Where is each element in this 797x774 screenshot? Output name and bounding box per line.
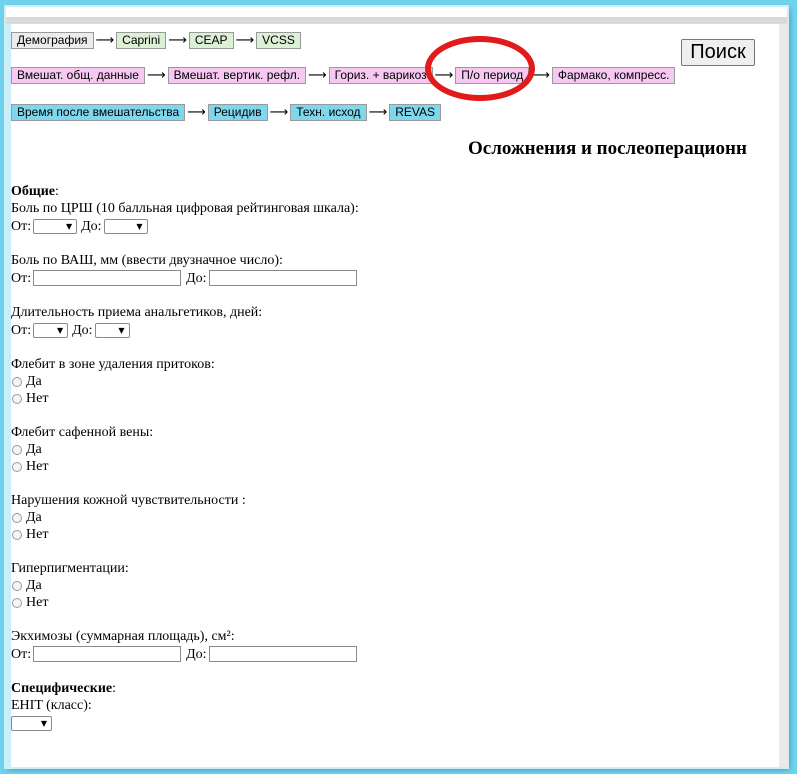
tab-recurrence[interactable]: Рецидив — [207, 104, 268, 121]
arrow-icon: ⟶ — [235, 33, 255, 48]
tab-intervention-general[interactable]: Вмешат. общ. данные — [11, 67, 145, 84]
pain-vas-label: Боль по ВАШ, мм (ввести двузначное число… — [11, 253, 283, 268]
colon: : — [55, 184, 59, 199]
caret-down-icon: ▼ — [136, 221, 143, 231]
right-scroll-track — [779, 24, 787, 767]
radio-icon[interactable] — [12, 393, 22, 404]
skin-sensitivity-yes[interactable]: Да — [11, 509, 771, 526]
arrow-icon: ⟶ — [95, 33, 115, 48]
tab-vcss[interactable]: VCSS — [256, 32, 301, 49]
tab-intervention-vertical-reflux[interactable]: Вмешат. вертик. рефл. — [167, 67, 307, 84]
phlebitis-tributaries-label: Флебит в зоне удаления притоков: — [11, 357, 215, 372]
phlebitis-saphenous-label: Флебит сафенной вены: — [11, 425, 154, 440]
ehit-label: EHIT (класс): — [11, 698, 92, 713]
pain-nrs-range: От: ▼ До: ▼ — [11, 217, 771, 235]
no-label: Нет — [26, 527, 49, 542]
hyperpigmentation-no[interactable]: Нет — [11, 594, 771, 611]
tab-caprini[interactable]: Caprini — [116, 32, 167, 49]
pain-nrs-to-select[interactable]: ▼ — [103, 218, 148, 234]
ehit-class-select[interactable]: ▼ — [11, 715, 52, 731]
to-label: До: — [72, 322, 93, 338]
tab-ceap[interactable]: CEAP — [188, 32, 234, 49]
radio-icon[interactable] — [12, 597, 22, 608]
section-specific-label: Специфические — [11, 681, 113, 696]
phlebitis-saphenous-no[interactable]: Нет — [11, 458, 771, 475]
pain-vas-to-input[interactable] — [208, 270, 357, 286]
yes-label: Да — [26, 578, 42, 593]
section-specific: Специфические: — [11, 680, 771, 697]
pain-vas-from-input[interactable] — [33, 270, 182, 286]
no-label: Нет — [26, 595, 49, 610]
arrow-icon: ⟶ — [187, 105, 206, 120]
tab-postop-period[interactable]: П/о период — [455, 67, 530, 84]
from-label: От: — [11, 218, 32, 234]
tab-time-after-intervention[interactable]: Время после вмешательства — [11, 104, 186, 121]
top-scrollbar-track — [6, 17, 787, 24]
radio-icon[interactable] — [12, 580, 22, 591]
radio-icon[interactable] — [12, 529, 22, 540]
arrow-icon: ⟶ — [531, 68, 550, 83]
tab-revas[interactable]: REVAS — [389, 104, 441, 121]
section-general-label: Общие — [11, 184, 55, 199]
arrow-icon: ⟶ — [434, 68, 454, 83]
section-general: Общие: — [11, 183, 771, 200]
search-button[interactable]: Поиск — [681, 39, 755, 66]
hyperpigmentation-label: Гиперпигментации: — [11, 561, 129, 576]
pain-nrs-label: Боль по ЦРШ (10 балльная цифровая рейтин… — [11, 201, 359, 216]
tab-technical-outcome[interactable]: Техн. исход — [290, 104, 367, 121]
phlebitis-saphenous-yes[interactable]: Да — [11, 441, 771, 458]
analgesics-to-select[interactable]: ▼ — [94, 322, 130, 338]
ecchymosis-label: Экхимозы (суммарная площадь), см²: — [11, 629, 235, 644]
to-label: До: — [186, 270, 207, 286]
analgesics-from-select[interactable]: ▼ — [33, 322, 69, 338]
ecchymosis-from-input[interactable] — [33, 646, 182, 662]
phlebitis-tributaries-yes[interactable]: Да — [11, 373, 771, 390]
arrow-icon: ⟶ — [308, 68, 327, 83]
caret-down-icon: ▼ — [65, 221, 73, 231]
nav-row-2: Вмешат. общ. данные ⟶ Вмешат. вертик. ре… — [11, 67, 676, 84]
pain-vas-range: От: До: — [11, 269, 771, 287]
to-label: До: — [186, 646, 207, 662]
analgesics-range: От: ▼ До: ▼ — [11, 321, 771, 339]
from-label: От: — [11, 646, 32, 662]
filter-form: Общие: Боль по ЦРШ (10 балльная цифровая… — [11, 183, 771, 732]
skin-sensitivity-label: Нарушения кожной чувствительности : — [11, 493, 246, 508]
pain-nrs-from-select[interactable]: ▼ — [33, 218, 78, 234]
arrow-icon: ⟶ — [269, 105, 289, 120]
tab-pharmaco-compression[interactable]: Фармако, компресс. — [551, 67, 676, 84]
from-label: От: — [11, 322, 32, 338]
no-label: Нет — [26, 391, 49, 406]
colon: : — [112, 681, 117, 696]
radio-icon[interactable] — [12, 512, 22, 523]
nav-row-3: Время после вмешательства ⟶ Рецидив ⟶ Те… — [11, 104, 441, 121]
from-label: От: — [11, 270, 32, 286]
ecchymosis-range: От: До: — [11, 645, 771, 663]
analgesics-label: Длительность приема анальгетиков, дней: — [11, 305, 263, 320]
caret-down-icon: ▼ — [118, 325, 125, 335]
arrow-icon: ⟶ — [368, 105, 388, 120]
yes-label: Да — [26, 510, 42, 525]
caret-down-icon: ▼ — [56, 325, 64, 335]
radio-icon[interactable] — [12, 444, 22, 455]
radio-icon[interactable] — [12, 376, 22, 387]
radio-icon[interactable] — [12, 461, 22, 472]
tab-demographics[interactable]: Демография — [11, 32, 94, 49]
arrow-icon: ⟶ — [146, 68, 166, 83]
caret-down-icon: ▼ — [40, 718, 47, 728]
page-frame: Демография ⟶ Caprini ⟶ CEAP ⟶ VCSS Вмеша… — [6, 7, 787, 767]
page-title: Осложнения и послеоперационн — [468, 138, 747, 159]
phlebitis-tributaries-no[interactable]: Нет — [11, 390, 771, 407]
arrow-icon: ⟶ — [168, 33, 187, 48]
nav-row-1: Демография ⟶ Caprini ⟶ CEAP ⟶ VCSS — [11, 32, 301, 49]
ecchymosis-to-input[interactable] — [208, 646, 357, 662]
to-label: До: — [81, 218, 102, 234]
hyperpigmentation-yes[interactable]: Да — [11, 577, 771, 594]
yes-label: Да — [26, 374, 42, 389]
ehit-row: ▼ — [11, 714, 771, 732]
no-label: Нет — [26, 459, 49, 474]
skin-sensitivity-no[interactable]: Нет — [11, 526, 771, 543]
yes-label: Да — [26, 442, 42, 457]
tab-horizontal-varicose[interactable]: Гориз. + варикоз — [328, 67, 433, 84]
